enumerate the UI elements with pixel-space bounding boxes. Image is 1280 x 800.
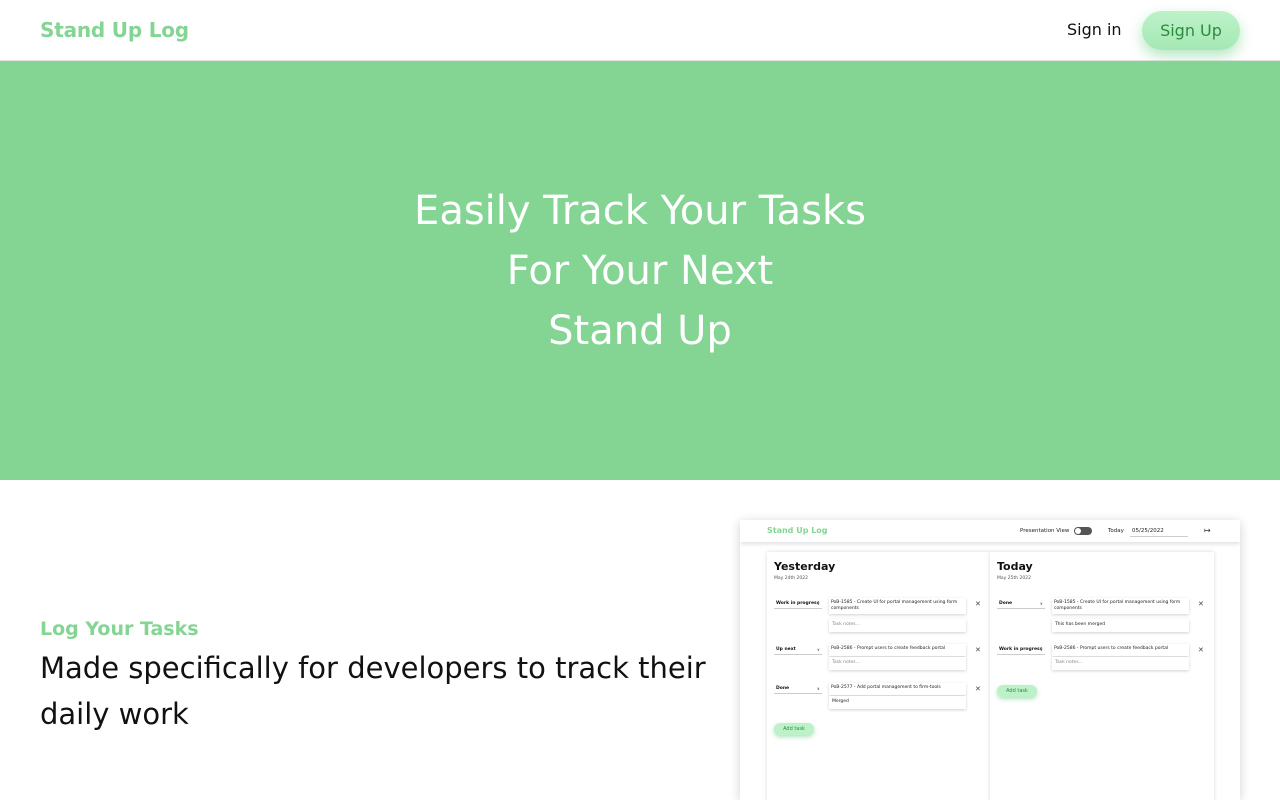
close-icon: ✕ xyxy=(975,685,981,693)
feature-description: Made specifically for developers to trac… xyxy=(40,651,706,731)
preview-brand: Stand Up Log xyxy=(767,526,828,535)
hero-title-line-1: Easily Track Your Tasks xyxy=(414,188,866,234)
preview-task-status: Done ∨ xyxy=(997,600,1045,609)
preview-date-field: 05/25/2022 xyxy=(1130,525,1188,537)
sign-in-link[interactable]: Sign in xyxy=(1067,20,1122,39)
preview-today-label: Today xyxy=(1108,528,1124,534)
preview-task-notes: Merged xyxy=(829,696,966,709)
preview-task-notes: Task notes... xyxy=(829,619,966,632)
preview-task: Work in progress ∨ PoB-2586 - Prompt user… xyxy=(990,644,1214,686)
close-icon: ✕ xyxy=(1198,646,1204,654)
feature-kicker: Log Your Tasks xyxy=(40,618,199,640)
chevron-down-icon: ∨ xyxy=(1039,601,1043,606)
brand-logo[interactable]: Stand Up Log xyxy=(40,18,189,42)
preview-yesterday-date: May 24th 2022 xyxy=(774,576,808,581)
preview-task-notes: Task notes... xyxy=(829,657,966,670)
chevron-down-icon: ∨ xyxy=(1039,647,1043,652)
hero-title-line-3: Stand Up xyxy=(548,308,732,354)
preview-presentation-label: Presentation View xyxy=(1020,528,1070,534)
top-navbar: Stand Up Log Sign in Sign Up xyxy=(0,0,1280,61)
chevron-down-icon: ∨ xyxy=(816,686,820,691)
preview-yesterday-column: Yesterday May 24th 2022 Work in progress… xyxy=(767,552,991,800)
preview-task-notes: This has been merged xyxy=(1052,619,1189,632)
preview-task-title: PoB-1585 - Create UI for portal manageme… xyxy=(1052,598,1189,614)
preview-presentation-toggle xyxy=(1074,527,1092,535)
sign-up-button[interactable]: Sign Up xyxy=(1142,11,1240,50)
chevron-down-icon: ∨ xyxy=(816,647,820,652)
hero-title: Easily Track Your Tasks For Your Next St… xyxy=(0,181,1280,361)
preview-today-column: Today May 25th 2022 Done ∨ PoB-1585 - Cre… xyxy=(990,552,1214,800)
close-icon: ✕ xyxy=(975,600,981,608)
preview-add-task-button: Add task xyxy=(997,685,1037,697)
hero-title-line-2: For Your Next xyxy=(506,248,774,294)
preview-task-title: PoB-2586 - Prompt users to create feedba… xyxy=(1052,644,1189,656)
preview-task-status: Done ∨ xyxy=(774,685,822,694)
app-preview: Stand Up Log Presentation View Today 05/… xyxy=(740,520,1240,800)
preview-task-notes: Task notes... xyxy=(1052,657,1189,670)
preview-task: Done ∨ PoB-1585 - Create UI for portal ma… xyxy=(990,598,1214,640)
preview-task: Done ∨ PoB-2577 - Add portal management t… xyxy=(767,683,991,725)
preview-task-title: PoB-2577 - Add portal management to firm… xyxy=(829,683,966,695)
preview-yesterday-title: Yesterday xyxy=(774,560,836,573)
preview-task: Work in progress ∨ PoB-1585 - Create UI f… xyxy=(767,598,991,640)
preview-today-date: May 25th 2022 xyxy=(997,576,1031,581)
hero-section: Easily Track Your Tasks For Your Next St… xyxy=(0,61,1280,480)
preview-task-title: PoB-1585 - Create UI for portal manageme… xyxy=(829,598,966,614)
preview-task-status: Work in progress ∨ xyxy=(997,646,1045,655)
logout-icon: ↦ xyxy=(1204,526,1211,535)
preview-header: Stand Up Log Presentation View Today 05/… xyxy=(740,520,1240,542)
preview-add-task-button: Add task xyxy=(774,723,814,735)
preview-task-status: Up next ∨ xyxy=(774,646,822,655)
preview-task: Up next ∨ PoB-2586 - Prompt users to crea… xyxy=(767,644,991,686)
preview-today-title: Today xyxy=(997,560,1033,573)
preview-task-status: Work in progress ∨ xyxy=(774,600,822,609)
close-icon: ✕ xyxy=(975,646,981,654)
close-icon: ✕ xyxy=(1198,600,1204,608)
chevron-down-icon: ∨ xyxy=(816,601,820,606)
preview-task-title: PoB-2586 - Prompt users to create feedba… xyxy=(829,644,966,656)
